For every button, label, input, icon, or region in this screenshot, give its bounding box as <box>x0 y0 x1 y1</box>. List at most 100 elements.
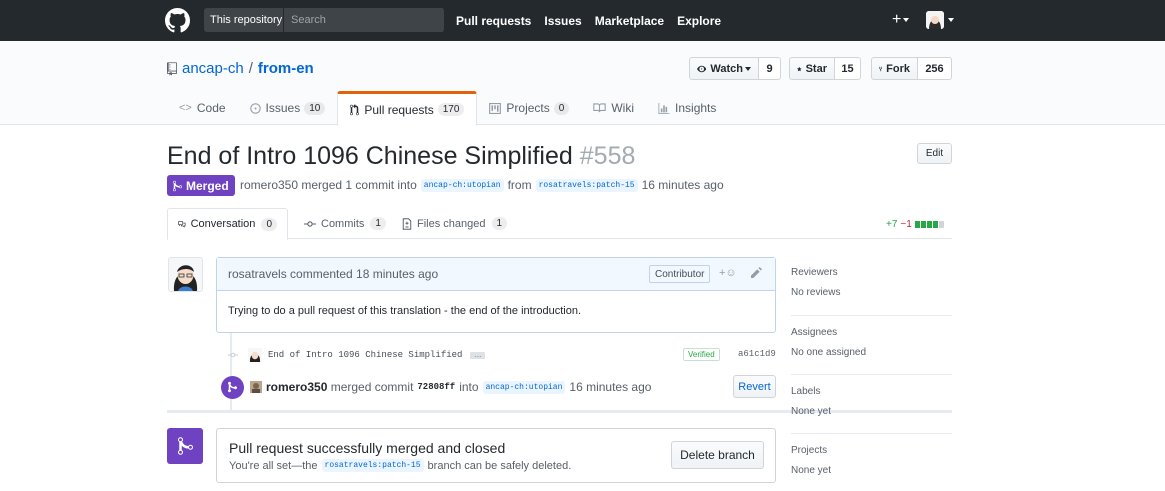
sidebar-reviewers[interactable]: Reviewers No reviews <box>791 257 952 316</box>
nav-issues[interactable]: Issues <box>544 14 581 28</box>
github-logo-icon[interactable] <box>165 8 190 33</box>
commit-author-avatar[interactable] <box>248 348 262 362</box>
comment-action: commented 18 minutes ago <box>290 267 439 281</box>
create-new-dropdown[interactable]: + <box>892 11 910 29</box>
tab-code[interactable]: <> Code <box>167 91 238 125</box>
top-nav: Pull requests Issues Marketplace Explore <box>456 0 734 41</box>
merge-icon <box>173 180 182 191</box>
tab-code-label: Code <box>196 101 226 115</box>
repo-owner-link[interactable]: ancap-ch <box>182 60 244 77</box>
fork-button[interactable]: Fork <box>871 57 918 80</box>
fork-count[interactable]: 256 <box>918 57 952 80</box>
tab-conversation-label: Conversation <box>190 218 256 230</box>
expand-commit-button[interactable]: … <box>470 351 486 359</box>
user-avatar[interactable] <box>926 11 944 29</box>
comment-header: rosatravels commented 18 minutes ago Con… <box>217 258 775 291</box>
star-count[interactable]: 15 <box>835 57 861 80</box>
pr-title: End of Intro 1096 Chinese Simplified #55… <box>167 142 635 171</box>
verified-badge[interactable]: Verified <box>683 348 720 361</box>
merged-title: Pull request successfully merged and clo… <box>229 440 506 456</box>
merge-badge <box>221 375 244 399</box>
diffstat-block <box>926 221 932 228</box>
star-label: Star <box>805 62 827 75</box>
avatar-caret-icon[interactable] <box>948 18 954 22</box>
discussion-sidebar: Reviewers No reviews Assignees No one as… <box>791 257 952 491</box>
contributor-badge: Contributor <box>649 265 711 283</box>
tab-issues-label: Issues <box>265 101 301 115</box>
diffstat-block <box>932 221 938 228</box>
merge-event: romero350 merged commit 72808ff into anc… <box>221 374 776 400</box>
additions-count: +7 <box>886 219 898 230</box>
comment-author-link[interactable]: rosatravels <box>228 267 287 281</box>
head-branch[interactable]: rosatravels:patch-15 <box>535 178 638 192</box>
pencil-icon[interactable] <box>751 267 762 278</box>
tab-insights[interactable]: Insights <box>646 91 728 125</box>
merge-sha-link[interactable]: 72808ff <box>417 382 455 392</box>
nav-pull-requests[interactable]: Pull requests <box>456 14 531 28</box>
sidebar-assignees[interactable]: Assignees No one assigned <box>791 316 952 375</box>
tab-commits[interactable]: Commits 1 <box>294 208 396 239</box>
tab-projects[interactable]: Projects 0 <box>477 91 581 125</box>
merged-branch[interactable]: rosatravels:patch-15 <box>321 459 424 472</box>
delete-branch-button[interactable]: Delete branch <box>671 441 764 469</box>
tab-pull-requests-counter: 170 <box>437 103 465 116</box>
commit-message-link[interactable]: End of Intro 1096 Chinese Simplified <box>268 350 462 360</box>
tab-pull-requests-label: Pull requests <box>364 102 434 117</box>
fork-icon <box>879 66 883 71</box>
commit-sha-link[interactable]: a61c1d9 <box>738 349 776 359</box>
repo-nav: <> Code Issues 10 Pull requests 170 Proj… <box>167 91 728 126</box>
graph-icon <box>658 102 670 114</box>
comment-discussion-icon <box>178 220 186 228</box>
sidebar-value: None yet <box>791 406 832 417</box>
pr-tabs: Conversation 0 Commits 1 Files changed 1 <box>167 208 952 240</box>
nav-marketplace[interactable]: Marketplace <box>595 14 664 28</box>
pr-number: #558 <box>579 142 636 170</box>
merge-time: 16 minutes ago <box>569 380 652 394</box>
merger-avatar[interactable] <box>250 381 262 393</box>
comment: rosatravels commented 18 minutes ago Con… <box>216 257 776 333</box>
tab-pull-requests[interactable]: Pull requests 170 <box>337 91 478 126</box>
repo-title: ancap-ch / from-en <box>167 60 314 77</box>
revert-button[interactable]: Revert <box>733 375 776 398</box>
tab-wiki[interactable]: Wiki <box>581 91 646 125</box>
sidebar-heading: Projects <box>791 445 828 456</box>
tab-files-changed[interactable]: Files changed 1 <box>392 208 517 239</box>
sidebar-heading: Reviewers <box>791 267 838 278</box>
watch-button[interactable]: Watch <box>689 57 759 80</box>
avatar-image-icon <box>169 258 202 291</box>
edit-button[interactable]: Edit <box>917 143 952 164</box>
merger-link[interactable]: romero350 <box>266 380 327 394</box>
tab-insights-label: Insights <box>675 101 717 115</box>
meta-author-link[interactable]: romero350 <box>240 178 298 192</box>
watch-count[interactable]: 9 <box>759 57 781 80</box>
tab-files-changed-label: Files changed <box>417 217 486 230</box>
add-reaction-icon[interactable]: +☺ <box>719 267 737 279</box>
sidebar-labels[interactable]: Labels None yet <box>791 375 952 434</box>
meta-text: merged 1 commit into <box>301 178 417 192</box>
tab-commits-counter: 1 <box>370 217 386 230</box>
search-input[interactable] <box>285 8 443 32</box>
issue-icon <box>249 102 261 114</box>
search-scope[interactable]: This repository <box>204 8 284 32</box>
sidebar-value: No reviews <box>791 287 841 298</box>
tab-projects-label: Projects <box>506 101 550 115</box>
nav-explore[interactable]: Explore <box>677 14 721 28</box>
merge-branch[interactable]: ancap-ch:utopian <box>482 380 566 394</box>
base-branch[interactable]: ancap-ch:utopian <box>420 178 504 192</box>
file-diff-icon <box>402 217 412 230</box>
book-icon <box>593 103 607 113</box>
repo-name-link[interactable]: from-en <box>258 60 314 77</box>
tab-conversation[interactable]: Conversation 0 <box>167 208 288 240</box>
star-button[interactable]: Star <box>789 57 835 80</box>
tab-issues[interactable]: Issues 10 <box>238 91 338 125</box>
global-header: This repository Pull requests Issues Mar… <box>0 0 1165 41</box>
state-label: Merged <box>186 178 229 193</box>
deletions-count: −1 <box>900 219 912 230</box>
sidebar-projects[interactable]: Projects None yet <box>791 434 952 491</box>
state-badge: Merged <box>167 175 235 196</box>
sidebar-heading: Labels <box>791 386 821 397</box>
watch-group: Watch 9 <box>689 57 781 80</box>
merged-status-icon <box>167 428 203 464</box>
pr-title-text: End of Intro 1096 Chinese Simplified <box>167 142 573 170</box>
commenter-avatar[interactable] <box>168 257 203 292</box>
